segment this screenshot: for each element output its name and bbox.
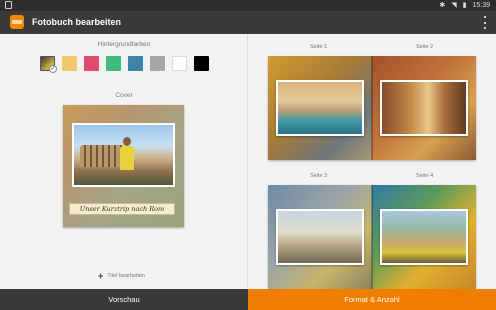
page-spread-3-4[interactable] xyxy=(268,185,476,289)
gallery-notification-icon xyxy=(5,1,12,9)
page-1-photo[interactable] xyxy=(276,80,364,136)
selected-check-icon: ✓ xyxy=(49,65,57,73)
swatch-black[interactable] xyxy=(194,56,209,71)
cover-preview[interactable]: Unser Kurztrip nach Rom xyxy=(63,105,184,227)
pages-panel: Seite 1 Seite 2 Seite 3 Seite 4 xyxy=(248,34,496,289)
battery-icon: ▮ xyxy=(462,2,467,9)
page-label: Seite 4 xyxy=(416,173,434,179)
page-3[interactable] xyxy=(268,185,372,289)
wifi-icon: ◥ xyxy=(451,2,457,9)
swatch-green[interactable] xyxy=(106,56,121,71)
cover-label: Cover xyxy=(115,92,133,99)
swatch-photo[interactable]: ✓ xyxy=(40,56,57,73)
app-toolbar: Fotobuch bearbeiten xyxy=(0,11,496,34)
edit-title-label: Titel bearbeiten xyxy=(107,273,145,279)
page-title: Fotobuch bearbeiten xyxy=(32,17,122,27)
page-1[interactable] xyxy=(268,56,372,160)
background-swatches: ✓ xyxy=(40,56,209,73)
page-2-photo[interactable] xyxy=(380,80,468,136)
cover-title-banner[interactable]: Unser Kurztrip nach Rom xyxy=(69,203,175,215)
cover-editor-panel: Hintergrundfarben ✓ Cover Unser Kurztrip… xyxy=(0,34,248,289)
page-4-photo[interactable] xyxy=(380,209,468,265)
clock-time: 15:39 xyxy=(472,2,490,9)
swatch-blue[interactable] xyxy=(128,56,143,71)
page-label: Seite 3 xyxy=(310,173,328,179)
swatch-yellow[interactable] xyxy=(62,56,77,71)
swatch-pink[interactable] xyxy=(84,56,99,71)
page-4[interactable] xyxy=(372,185,476,289)
page-spread-1-2[interactable] xyxy=(268,56,476,160)
page-3-photo[interactable] xyxy=(276,209,364,265)
cover-photo[interactable] xyxy=(72,123,175,187)
edit-title-button[interactable]: + Titel bearbeiten xyxy=(98,271,145,281)
format-quantity-button[interactable]: Format & Anzahl xyxy=(248,289,496,310)
swatch-gray[interactable] xyxy=(150,56,165,71)
status-bar: ✱ ◥ ▮ 15:39 xyxy=(0,0,496,11)
page-label: Seite 2 xyxy=(416,44,434,50)
page-2[interactable] xyxy=(372,56,476,160)
overflow-menu-icon[interactable] xyxy=(482,16,488,29)
preview-button[interactable]: Vorschau xyxy=(0,289,248,310)
app-logo-icon[interactable] xyxy=(10,15,24,29)
background-colors-label: Hintergrundfarben xyxy=(97,41,151,48)
bottom-action-bar: Vorschau Format & Anzahl xyxy=(0,289,496,310)
bluetooth-icon: ✱ xyxy=(439,2,446,9)
swatch-white[interactable] xyxy=(172,56,187,71)
status-icons: ✱ ◥ ▮ 15:39 xyxy=(439,1,490,10)
plus-icon: + xyxy=(98,271,104,281)
page-label: Seite 1 xyxy=(310,44,328,50)
